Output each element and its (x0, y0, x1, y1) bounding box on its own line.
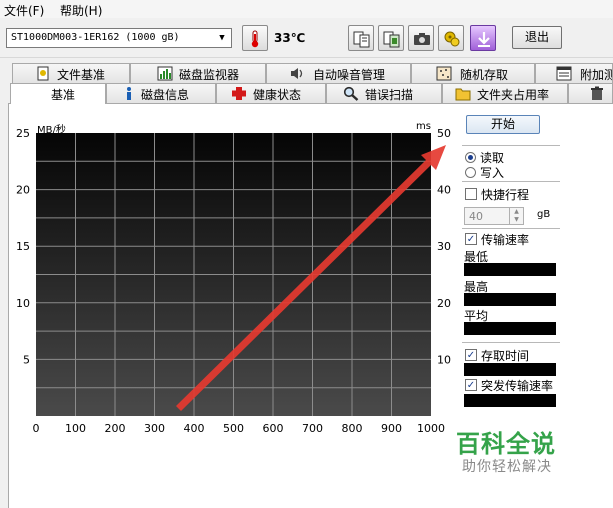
burst-rate-checkbox[interactable]: ✓ (465, 379, 477, 391)
spin-up-icon[interactable]: ▲ (509, 208, 523, 216)
x-tick-label: 400 (184, 422, 205, 435)
write-label: 写入 (480, 166, 505, 180)
x-tick-label: 0 (33, 422, 40, 435)
quick-stroke-spinner[interactable]: 40 ▲ ▼ (464, 207, 524, 225)
y-right-tick-label: 40 (437, 184, 451, 197)
watermark-logo-text: 百科全说 (456, 430, 556, 458)
y-left-tick-label: 25 (16, 127, 30, 140)
divider (462, 228, 560, 229)
x-tick-label: 1000 (417, 422, 445, 435)
burst-rate-value-box (464, 394, 556, 407)
tab-benchmark[interactable]: 基准 (10, 83, 106, 104)
divider (462, 342, 560, 343)
y-left-tick-label: 15 (16, 240, 30, 253)
transfer-rate-checkbox[interactable]: ✓ (465, 233, 477, 245)
spin-down-icon[interactable]: ▼ (509, 216, 523, 224)
access-time-label: 存取时间 (481, 349, 530, 363)
burst-rate-label: 突发传输速率 (481, 379, 554, 393)
quick-stroke-label: 快捷行程 (481, 188, 530, 202)
read-radio[interactable] (465, 152, 476, 163)
quick-stroke-checkbox[interactable] (465, 188, 477, 200)
divider (462, 181, 560, 182)
transfer-rate-label: 传输速率 (481, 233, 530, 247)
x-tick-label: 800 (342, 422, 363, 435)
y-right-tick-label: 30 (437, 240, 451, 253)
watermark-slogan: 助你轻松解决 (462, 459, 552, 475)
access-time-checkbox[interactable]: ✓ (465, 349, 477, 361)
y-right-tick-label: 10 (437, 353, 451, 366)
y-right-tick-label: 20 (437, 297, 451, 310)
x-tick-label: 200 (105, 422, 126, 435)
x-tick-label: 300 (144, 422, 165, 435)
y-left-tick-label: 5 (23, 353, 30, 366)
divider (462, 145, 560, 146)
start-button[interactable]: 开始 (466, 115, 540, 134)
max-value-box (464, 293, 556, 306)
min-value-box (464, 263, 556, 276)
quick-stroke-value: 40 (469, 210, 483, 223)
x-tick-label: 700 (302, 422, 323, 435)
x-tick-label: 500 (223, 422, 244, 435)
x-tick-label: 900 (381, 422, 402, 435)
avg-value-box (464, 322, 556, 335)
x-tick-label: 600 (263, 422, 284, 435)
tab-label: 基准 (51, 88, 76, 102)
quick-stroke-unit: gB (537, 209, 551, 220)
y-left-tick-label: 10 (16, 297, 30, 310)
x-tick-label: 100 (65, 422, 86, 435)
y-left-tick-label: 20 (16, 184, 30, 197)
access-time-value-box (464, 363, 556, 376)
y-right-tick-label: 50 (437, 127, 451, 140)
write-radio[interactable] (465, 167, 476, 178)
